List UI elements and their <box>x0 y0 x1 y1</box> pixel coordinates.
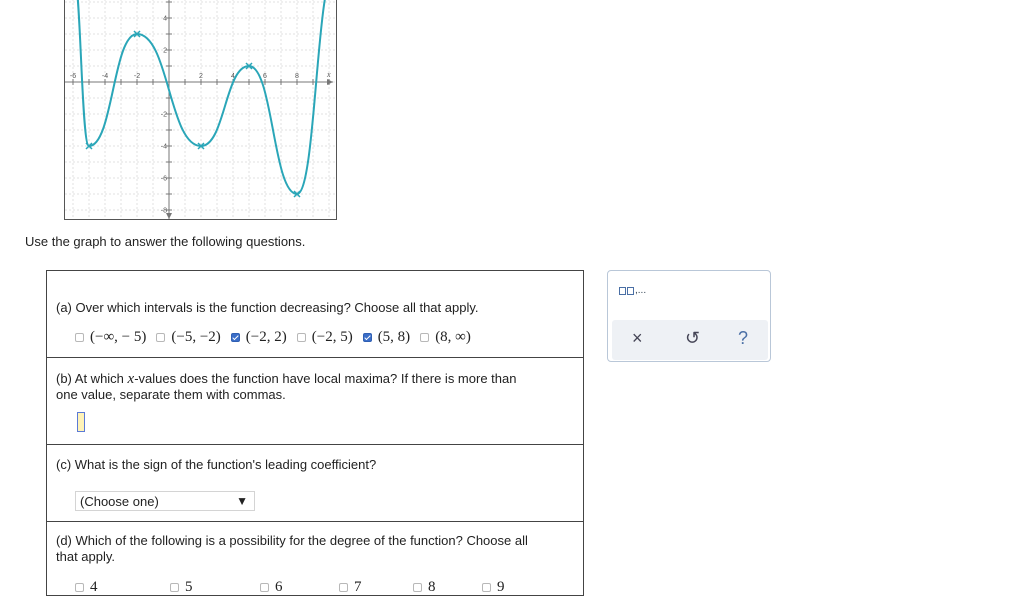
checkbox[interactable] <box>170 583 179 592</box>
function-graph: -6 -4 -2 2 4 6 8 4 2 -2 -4 -6 -8 x <box>64 0 337 220</box>
question-d-prompt: (d) Which of the following is a possibil… <box>56 533 528 565</box>
question-d-prompt-line1: (d) Which of the following is a possibil… <box>56 533 528 548</box>
interval-label: (−∞, − 5) <box>90 329 147 345</box>
interval-label: (−2, 2) <box>245 329 287 345</box>
question-b-prompt: (b) At which x-values does the function … <box>56 371 516 403</box>
x-tick-label: -4 <box>102 73 108 80</box>
box-icon <box>619 287 626 295</box>
question-c-prompt: (c) What is the sign of the function's l… <box>56 457 377 472</box>
degree-label: 8 <box>428 579 436 595</box>
interval-option[interactable]: (−∞, − 5) <box>75 329 146 346</box>
interval-option[interactable]: (8, ∞) <box>420 329 471 346</box>
x-tick-label: 8 <box>295 73 299 80</box>
y-tick-label: -8 <box>161 208 167 215</box>
graph-canvas: -6 -4 -2 2 4 6 842-2-4-6-8x <box>65 0 336 219</box>
toolbox-actions: × ↺ ? <box>612 320 768 360</box>
y-tick-label: -4 <box>161 144 167 151</box>
degree-label: 9 <box>497 579 505 595</box>
interval-label: (−5, −2) <box>171 329 221 345</box>
x-tick-label: -6 <box>70 73 76 80</box>
checkbox[interactable] <box>420 333 430 342</box>
x-axis-label: x <box>326 70 331 79</box>
interval-option[interactable]: (−5, −2) <box>156 329 221 346</box>
degree-label: 7 <box>354 579 362 595</box>
degree-option[interactable]: 7 <box>339 579 362 596</box>
x-tick-label: 2 <box>199 73 203 80</box>
question-b: (b) At which x-values does the function … <box>46 357 584 445</box>
y-tick-label: -6 <box>161 176 167 183</box>
box-icon <box>627 287 634 295</box>
checkbox[interactable] <box>362 333 372 342</box>
question-d-options: 4 5 6 7 8 9 <box>75 579 545 595</box>
interval-option[interactable]: (5, 8) <box>362 329 411 346</box>
help-icon[interactable]: ? <box>738 328 748 349</box>
checkbox[interactable] <box>296 333 306 342</box>
select-value: (Choose one) <box>80 494 159 509</box>
degree-label: 6 <box>275 579 283 595</box>
interval-suffix: ,... <box>635 285 647 296</box>
y-tick-label: 2 <box>163 48 167 55</box>
interval-label: (8, ∞) <box>435 329 471 345</box>
checkbox[interactable] <box>339 583 348 592</box>
checkbox[interactable] <box>413 583 422 592</box>
question-a-prompt: (a) Over which intervals is the function… <box>56 300 479 315</box>
checkbox[interactable] <box>156 333 166 342</box>
degree-option[interactable]: 9 <box>482 579 505 596</box>
interval-option[interactable]: (−2, 5) <box>296 329 353 346</box>
checkbox[interactable] <box>75 583 84 592</box>
question-c: (c) What is the sign of the function's l… <box>46 444 584 522</box>
interval-label: (5, 8) <box>377 329 411 345</box>
question-b-prompt-line2: one value, separate them with commas. <box>56 387 286 402</box>
dropdown-arrow-icon: ▼ <box>236 494 248 508</box>
y-tick-label: 4 <box>163 16 167 23</box>
leading-coefficient-select[interactable]: (Choose one) ▼ <box>75 491 255 511</box>
x-tick-label: 6 <box>263 73 267 80</box>
undo-icon[interactable]: ↺ <box>685 328 700 349</box>
checkbox[interactable] <box>260 583 269 592</box>
instruction-text: Use the graph to answer the following qu… <box>25 234 306 249</box>
answer-toolbox: ,... × ↺ ? <box>607 270 771 362</box>
question-b-prompt-start: (b) At which <box>56 371 128 386</box>
checkbox[interactable] <box>482 583 491 592</box>
interval-notation-button[interactable]: ,... <box>619 285 647 296</box>
checkbox[interactable] <box>230 333 240 342</box>
question-d: (d) Which of the following is a possibil… <box>46 521 584 596</box>
x-axis-arrow <box>327 79 333 85</box>
question-b-prompt-end: -values does the function have local max… <box>134 371 517 386</box>
function-curve <box>76 0 326 196</box>
y-tick-label: -2 <box>161 112 167 119</box>
degree-option[interactable]: 6 <box>260 579 283 596</box>
close-icon[interactable]: × <box>632 328 643 349</box>
question-a: (a) Over which intervals is the function… <box>46 270 584 358</box>
interval-option[interactable]: (−2, 2) <box>230 329 287 346</box>
degree-option[interactable]: 8 <box>413 579 436 596</box>
degree-option[interactable]: 5 <box>170 579 193 596</box>
question-a-options: (−∞, − 5) (−5, −2) (−2, 2) (−2, 5) (5, 8) (8,… <box>75 329 481 346</box>
local-maxima-input[interactable] <box>77 412 85 432</box>
checkbox[interactable] <box>75 333 84 342</box>
x-tick-label: -2 <box>134 73 140 80</box>
interval-label: (−2, 5) <box>311 329 353 345</box>
degree-label: 4 <box>90 579 98 595</box>
question-d-prompt-line2: that apply. <box>56 549 116 564</box>
degree-label: 5 <box>185 579 193 595</box>
degree-option[interactable]: 4 <box>75 579 98 596</box>
